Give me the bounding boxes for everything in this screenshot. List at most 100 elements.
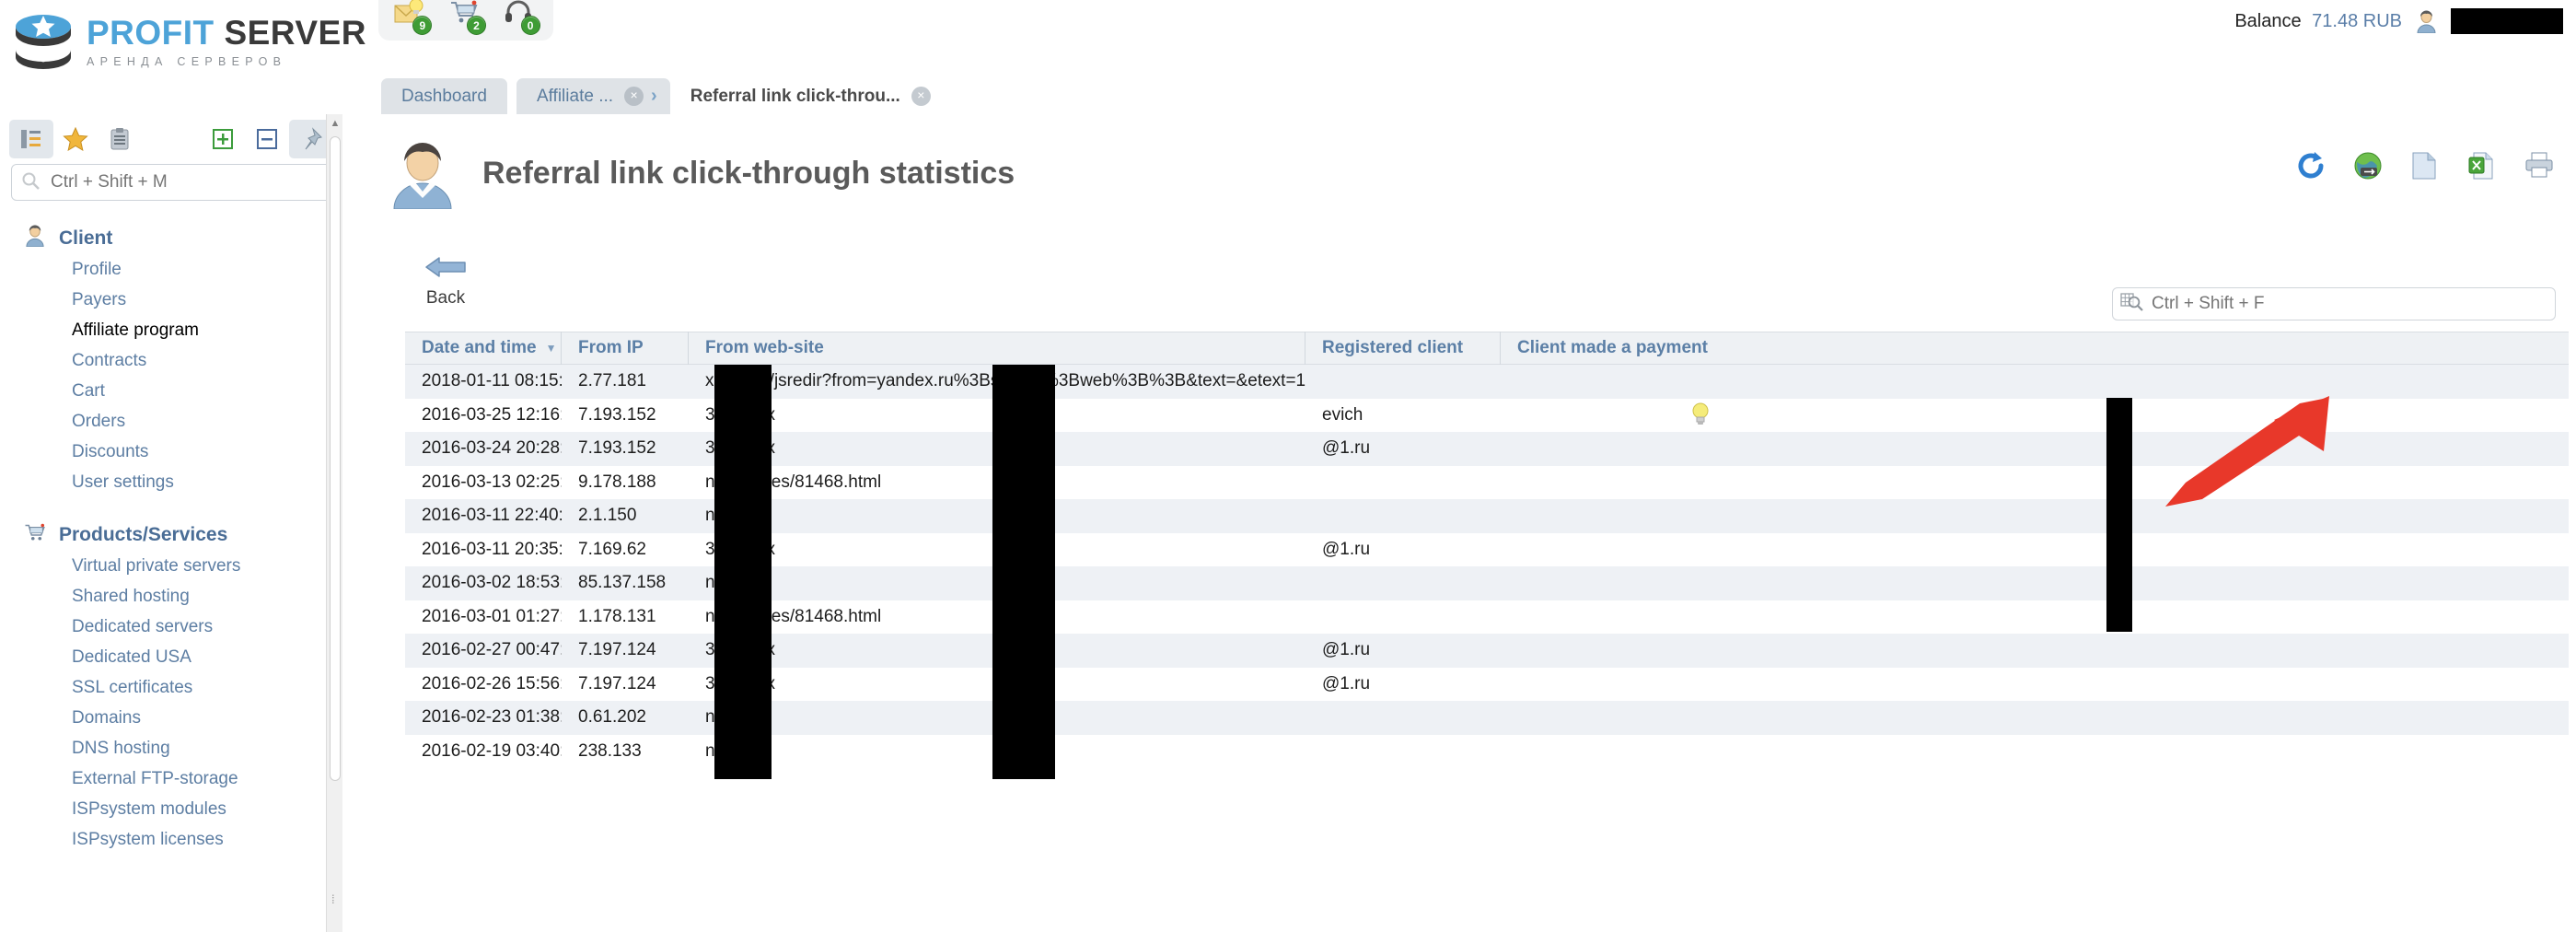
column-header-from-ip[interactable]: From IP — [562, 332, 689, 365]
print-icon[interactable] — [2524, 151, 2556, 182]
back-button[interactable]: Back — [401, 254, 490, 309]
cell-payment — [1501, 600, 1821, 635]
back-arrow-icon — [424, 257, 467, 284]
cell-date: 2016-03-25 12:16:08 — [422, 404, 562, 425]
tab-dashboard[interactable]: Dashboard — [381, 78, 507, 114]
sidebar-search-box[interactable] — [11, 164, 331, 201]
web-export-icon[interactable] — [2353, 151, 2385, 182]
cell-payment — [1501, 466, 1821, 500]
brand-name-part1: PROFIT — [87, 13, 215, 52]
favorites-star-icon[interactable] — [53, 120, 98, 158]
cell-ip: 9.178.188 — [578, 472, 656, 492]
cell-date: 2016-03-13 02:25:45 — [422, 472, 562, 492]
column-header-from-website[interactable]: From web-site — [689, 332, 1305, 365]
search-input[interactable] — [49, 171, 321, 193]
user-avatar-icon[interactable] — [2415, 10, 2438, 33]
cell-date: 2018-01-11 08:15:11 — [422, 371, 562, 391]
cell-client — [1305, 600, 1501, 635]
cell-ip: 7.197.124 — [578, 640, 656, 660]
table-filter-box[interactable] — [2112, 287, 2556, 320]
sidebar-item-dns-hosting[interactable]: DNS hosting — [0, 733, 342, 763]
cell-date: 2016-03-11 20:35:55 — [422, 539, 562, 559]
cell-payment — [1501, 668, 1821, 702]
tab-dashboard-label: Dashboard — [401, 86, 487, 106]
column-header-date-and-time[interactable]: Date and time ▼ — [405, 332, 562, 365]
sidebar-item-external-ftp-storage[interactable]: External FTP-storage — [0, 763, 342, 794]
shopping-cart-icon-button[interactable]: 2 — [446, 0, 486, 35]
cell-date: 2016-03-01 01:27:38 — [422, 606, 562, 626]
tab-referral-statistics[interactable]: Referral link click-throu... × — [669, 78, 951, 114]
column-header-client-made-a-payment[interactable]: Client made a payment — [1501, 332, 1821, 365]
sidebar-item-domains[interactable]: Domains — [0, 703, 342, 733]
column-header-date-label: Date and time — [422, 338, 537, 357]
close-icon[interactable]: × — [911, 87, 931, 106]
sidebar-toolbar — [0, 114, 342, 160]
sidebar-item-user-settings[interactable]: User settings — [0, 467, 342, 497]
scroll-up-icon[interactable]: ▲ — [327, 114, 342, 133]
tab-affiliate[interactable]: Affiliate ... × › — [516, 78, 670, 114]
cell-client — [1305, 735, 1501, 769]
cell-date: 2016-03-11 22:40:41 — [422, 506, 562, 526]
sidebar-group-client: Client Profile Payers Affiliate program … — [0, 223, 342, 497]
mail-envelope-idea-icon-button[interactable]: 9 — [391, 0, 433, 35]
sidebar-item-contracts[interactable]: Contracts — [0, 345, 342, 376]
support-badge-count: 0 — [520, 16, 540, 35]
sidebar-group-products-header[interactable]: Products/Services — [0, 519, 342, 551]
cell-payment — [1501, 399, 1821, 433]
cell-date: 2016-02-19 03:40:47 — [422, 740, 562, 761]
sidebar-group-products-title: Products/Services — [59, 524, 228, 545]
sidebar-item-orders[interactable]: Orders — [0, 406, 342, 437]
sidebar-group-client-header[interactable]: Client — [0, 223, 342, 254]
username-redacted — [2451, 8, 2563, 34]
table-body: 2018-01-11 08:15:11 2.77.181 x.ru/clck/j… — [405, 365, 2569, 779]
tree-view-icon[interactable] — [9, 120, 53, 158]
cell-ip: 85.137.158 — [578, 573, 667, 593]
main-content: Referral link click-through statistics B… — [361, 114, 2576, 932]
sort-desc-icon: ▼ — [545, 342, 557, 355]
sidebar-group-products: Products/Services Virtual private server… — [0, 519, 342, 855]
clipboard-icon[interactable] — [98, 120, 142, 158]
brand-logo[interactable]: PROFIT SERVER АРЕНДА СЕРВЕРОВ — [13, 6, 366, 77]
cell-client: evich — [1322, 404, 1363, 425]
sidebar-item-ssl-certificates[interactable]: SSL certificates — [0, 672, 342, 703]
cell-date: 2016-02-27 00:47:30 — [422, 640, 562, 660]
cell-ip: 7.193.152 — [578, 438, 656, 459]
mail-badge-count: 9 — [412, 16, 433, 35]
scrollbar-grip-icon[interactable]: ⁞ — [331, 892, 339, 907]
column-header-registered-client[interactable]: Registered client — [1305, 332, 1501, 365]
cell-payment — [1501, 499, 1821, 533]
scrollbar-thumb[interactable] — [330, 136, 341, 781]
cell-client — [1305, 566, 1501, 600]
cell-date: 2016-02-26 15:56:06 — [422, 673, 562, 693]
page-header: Referral link click-through statistics — [361, 114, 2576, 210]
notification-tray: 9 2 0 — [378, 0, 553, 41]
sidebar-scrollbar[interactable]: ▲ ⁞ — [326, 114, 342, 932]
redaction-bar-ip — [714, 365, 772, 779]
cell-date: 2016-03-02 18:53:39 — [422, 573, 562, 593]
sidebar-item-ispsystem-licenses[interactable]: ISPsystem licenses — [0, 824, 342, 855]
sidebar-item-profile[interactable]: Profile — [0, 254, 342, 285]
sidebar-item-dedicated-servers[interactable]: Dedicated servers — [0, 612, 342, 642]
redaction-bar-client — [2106, 398, 2132, 632]
expand-all-icon[interactable] — [201, 120, 245, 158]
sidebar-item-discounts[interactable]: Discounts — [0, 437, 342, 467]
close-icon[interactable]: × — [624, 87, 644, 106]
sidebar-item-affiliate-program[interactable]: Affiliate program — [0, 315, 342, 345]
sidebar-item-dedicated-usa[interactable]: Dedicated USA — [0, 642, 342, 672]
top-bar: PROFIT SERVER АРЕНДА СЕРВЕРОВ 9 2 0 Bala… — [0, 0, 2576, 69]
sidebar-item-cart[interactable]: Cart — [0, 376, 342, 406]
sidebar-item-payers[interactable]: Payers — [0, 285, 342, 315]
cell-client: @1.ru — [1322, 673, 1371, 693]
support-headset-icon-button[interactable]: 0 — [500, 0, 540, 35]
excel-export-icon[interactable] — [2467, 151, 2499, 182]
sidebar-item-virtual-private-servers[interactable]: Virtual private servers — [0, 551, 342, 581]
tab-chevron-right-icon: › — [651, 86, 657, 106]
redaction-bar-site — [992, 365, 1055, 779]
refresh-icon[interactable] — [2296, 151, 2327, 182]
sidebar-item-ispsystem-modules[interactable]: ISPsystem modules — [0, 794, 342, 824]
copy-document-icon[interactable] — [2410, 151, 2442, 182]
person-avatar-icon — [387, 137, 458, 210]
collapse-all-icon[interactable] — [245, 120, 289, 158]
filter-input[interactable] — [2150, 293, 2547, 315]
sidebar-item-shared-hosting[interactable]: Shared hosting — [0, 581, 342, 612]
